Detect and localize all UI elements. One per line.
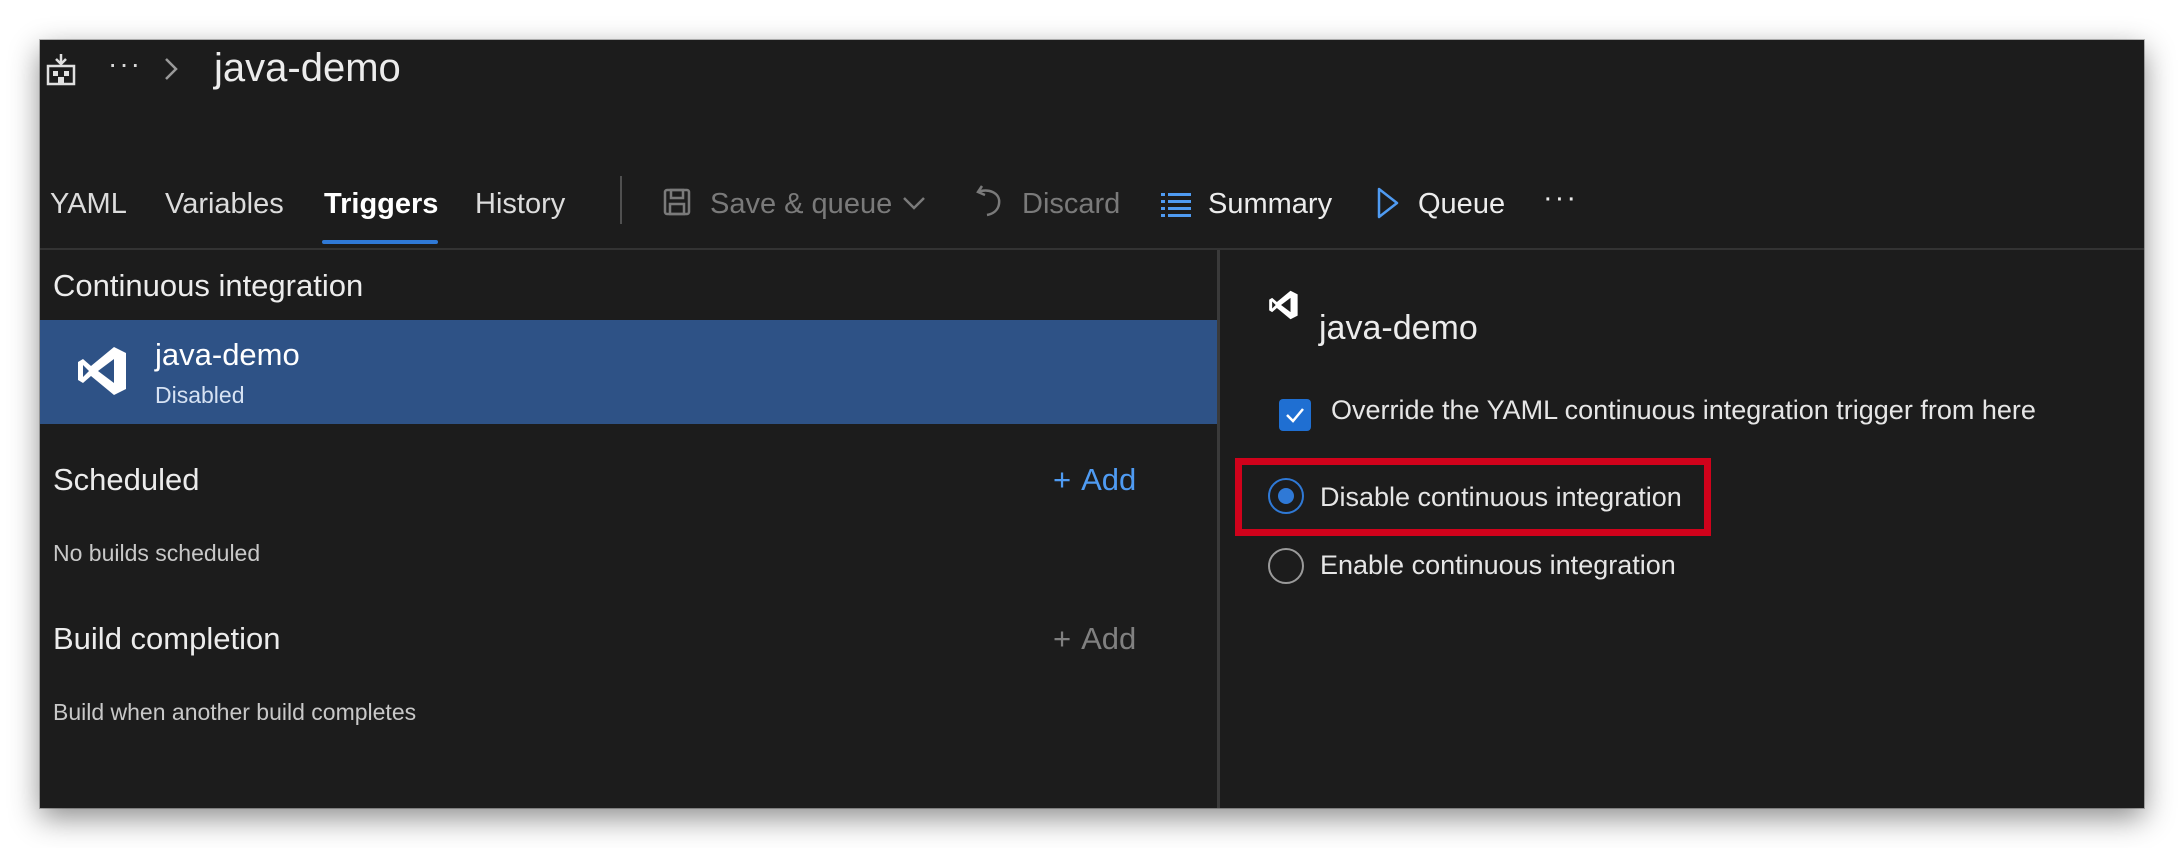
tab-triggers[interactable]: Triggers	[324, 188, 438, 221]
add-schedule-button[interactable]: + Add	[1053, 462, 1136, 498]
add-build-completion-button[interactable]: + Add	[1053, 621, 1136, 657]
ci-section-title: Continuous integration	[53, 268, 364, 303]
breadcrumb-more-button[interactable]: ···	[108, 48, 142, 80]
pipeline-icon[interactable]	[46, 52, 76, 86]
tab-history[interactable]: History	[475, 188, 565, 221]
save-icon	[663, 188, 691, 216]
visual-studio-icon	[78, 347, 126, 395]
page-title: java-demo	[214, 46, 401, 90]
checkmark-icon	[1286, 408, 1304, 423]
undo-icon	[976, 185, 1001, 217]
toolbar-more-button[interactable]: ···	[1543, 182, 1578, 215]
chevron-right-icon	[165, 58, 178, 80]
override-yaml-checkbox[interactable]	[1279, 399, 1311, 431]
detail-title: java-demo	[1319, 309, 1478, 347]
queue-button[interactable]: Queue	[1418, 188, 1505, 221]
build-completion-description: Build when another build completes	[53, 699, 417, 725]
ci-item-status: Disabled	[155, 382, 245, 408]
visual-studio-icon	[1269, 290, 1298, 320]
pipeline-editor-window: ··· java-demo YAML Variables Triggers Hi…	[40, 40, 2144, 808]
scheduled-section-title: Scheduled	[53, 462, 200, 497]
plus-icon: +	[1053, 462, 1072, 497]
build-completion-section-title: Build completion	[53, 621, 281, 656]
tab-yaml[interactable]: YAML	[50, 188, 127, 221]
chevron-down-icon[interactable]	[901, 192, 927, 214]
scheduled-description: No builds scheduled	[53, 540, 261, 566]
ci-item-name: java-demo	[155, 337, 300, 372]
save-queue-button[interactable]: Save & queue	[710, 188, 892, 221]
tab-variables[interactable]: Variables	[165, 188, 284, 221]
enable-ci-radio[interactable]	[1268, 548, 1304, 584]
panel-splitter[interactable]	[1217, 250, 1220, 808]
annotation-highlight-box	[1235, 458, 1711, 536]
override-yaml-label[interactable]: Override the YAML continuous integration…	[1331, 395, 2036, 426]
list-icon	[1161, 193, 1191, 217]
play-icon	[1377, 187, 1399, 219]
plus-icon: +	[1053, 621, 1072, 656]
discard-button[interactable]: Discard	[1022, 188, 1120, 221]
toolbar-divider	[620, 176, 622, 224]
summary-button[interactable]: Summary	[1208, 188, 1332, 221]
active-tab-indicator	[322, 240, 438, 244]
enable-ci-label[interactable]: Enable continuous integration	[1320, 550, 1676, 581]
header-divider	[40, 248, 2144, 250]
